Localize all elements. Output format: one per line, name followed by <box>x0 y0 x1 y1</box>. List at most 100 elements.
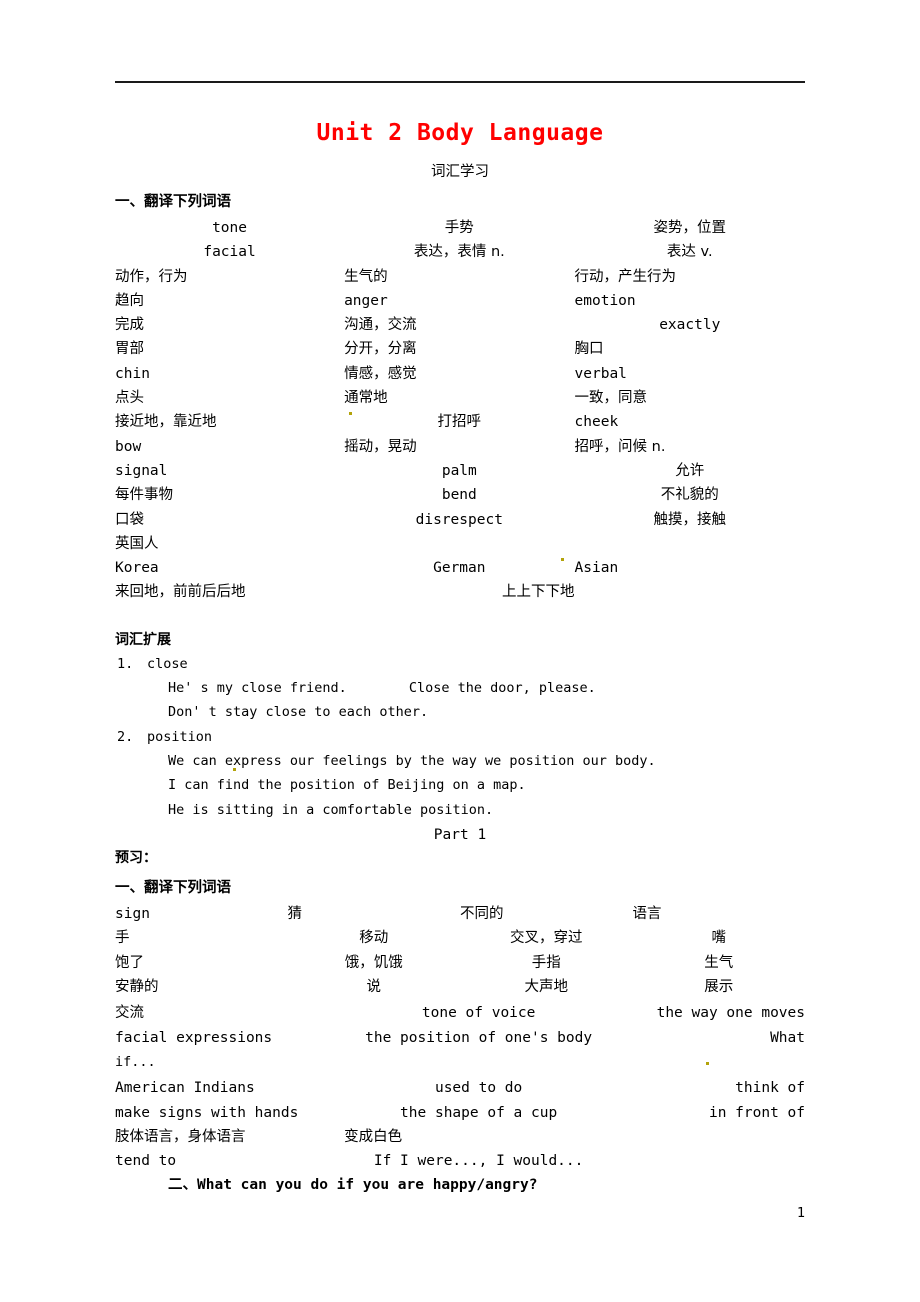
vocabulary-cell: 触摸，接触 <box>653 511 727 528</box>
vocabulary-cell: the position of one's body <box>365 1029 593 1046</box>
expansion-index: 2. <box>117 728 134 745</box>
vocabulary-cell: 大声地 <box>524 979 569 996</box>
vocabulary-cell: 胸口 <box>574 341 604 358</box>
table-row: tone 手势 姿势，位置 <box>115 216 805 240</box>
expansion-example-line: He' s my close friend. Close the door, pl… <box>115 676 805 700</box>
vocabulary-cell <box>613 1149 805 1173</box>
expansion-heading: 词汇扩展 <box>115 631 171 648</box>
table-row: Korea German Asian <box>115 556 805 580</box>
expansion-entry: 2. position <box>115 725 805 749</box>
vocabulary-cell: 变成白色 <box>344 1128 403 1145</box>
vocabulary-cell: 打招呼 <box>437 414 482 431</box>
vocabulary-cell: 沟通，交流 <box>344 317 417 334</box>
vocabulary-cell: 肢体语言，身体语言 <box>115 1128 246 1145</box>
table-row: 趋向 anger emotion <box>115 289 805 313</box>
vocabulary-cell: 一致，同意 <box>574 390 648 407</box>
vocabulary-cell: 招呼，问候 n. <box>574 438 666 455</box>
vocabulary-cell: 不同的 <box>460 906 504 923</box>
vocabulary-table-main: tone 手势 姿势，位置 facial 表达，表情 n. 表达 v. 动作，行为 生气的 行动… <box>115 216 805 605</box>
example-sentence-left: He is sitting in a comfortable position. <box>168 801 494 818</box>
vocabulary-cell: 不礼貌的 <box>660 487 719 504</box>
vocabulary-cell: 情感，感觉 <box>344 365 417 382</box>
vocabulary-cell: facial <box>203 244 256 261</box>
expansion-word: position <box>147 728 213 745</box>
preview-label: 预习： <box>115 850 157 867</box>
vocabulary-cell: cheek <box>574 414 619 431</box>
vocabulary-cell: 点头 <box>115 390 144 407</box>
vocabulary-cell <box>613 1125 805 1149</box>
vocabulary-cell: bend <box>441 487 477 504</box>
part-one-title: Part 1 <box>433 826 487 843</box>
vocabulary-cell: think of <box>735 1080 805 1097</box>
table-row: 英国人 <box>115 532 805 556</box>
vocabulary-cell: 通常地 <box>344 390 388 407</box>
table-row: American Indians used to do think of <box>115 1076 805 1100</box>
vocabulary-cell <box>575 580 805 604</box>
table-row: 胃部 分开，分离 胸口 <box>115 337 805 361</box>
example-sentence-left: He' s my close friend. <box>168 680 347 697</box>
vocabulary-cell: tone of voice <box>421 1005 536 1022</box>
vocabulary-cell: signal <box>115 462 168 479</box>
table-row: bow 摇动，晃动 招呼，问候 n. <box>115 435 805 459</box>
document-page: Unit 2 Body Language 词汇学习 一、翻译下列词语 tone 手… <box>0 0 920 1302</box>
scan-artifact <box>233 768 236 771</box>
document-subtitle: 词汇学习 <box>431 164 489 180</box>
vocabulary-cell: 饿，饥饿 <box>344 954 403 971</box>
table-row: sign 猜 不同的 语言 <box>115 902 805 926</box>
vocabulary-cell: 生气的 <box>344 268 388 285</box>
vocabulary-cell <box>575 532 805 556</box>
vocabulary-table-part1-three-col-a: 交流 tone of voice the way one moves facial e… <box>115 1001 805 1050</box>
page-number: 1 <box>796 1205 805 1221</box>
example-sentence-left: Don' t stay close to each other. <box>168 704 429 721</box>
vocabulary-cell: used to do <box>434 1080 523 1097</box>
vocabulary-cell: palm <box>441 462 477 479</box>
vocabulary-cell: 表达，表情 n. <box>413 244 505 261</box>
vocabulary-cell: Korea <box>115 560 159 577</box>
vocabulary-cell: 手 <box>115 930 130 947</box>
vocabulary-table-part1-four-col: sign 猜 不同的 语言手 移动 交叉，穿过 嘴饱了 饿，饥饿 手指 生气 安静的 说 大声地 展示 <box>115 902 805 999</box>
vocabulary-cell: 手指 <box>531 954 561 971</box>
table-row: signal palm 允许 <box>115 459 805 483</box>
table-row: 饱了 饿，饥饿 手指 生气 <box>115 951 805 975</box>
wrap-continuation: if... <box>115 1053 156 1070</box>
vocabulary-cell: the way one moves <box>656 1005 805 1022</box>
table-row: 手 移动 交叉，穿过 嘴 <box>115 926 805 950</box>
example-sentence-left: We can express our feelings by the way w… <box>168 752 656 769</box>
expansion-example-line: Don' t stay close to each other. <box>115 700 805 724</box>
scan-artifact <box>706 1062 709 1065</box>
expansion-example-line: I can find the position of Beijing on a … <box>115 773 805 797</box>
table-row: make signs with hands the shape of a cup i… <box>115 1101 805 1125</box>
vocabulary-cell: 展示 <box>704 979 734 996</box>
header-rule <box>115 81 805 83</box>
vocabulary-cell: bow <box>115 438 142 455</box>
vocabulary-cell: 英国人 <box>115 535 159 552</box>
expansion-entry: 1. close <box>115 652 805 676</box>
vocabulary-table-part1-three-col-b: American Indians used to do think of make s… <box>115 1076 805 1173</box>
vocabulary-cell: 摇动，晃动 <box>344 438 417 455</box>
vocabulary-cell: 完成 <box>115 317 144 334</box>
table-row: 完成 沟通，交流 exactly <box>115 313 805 337</box>
table-row: 口袋 disrespect 触摸，接触 <box>115 508 805 532</box>
vocabulary-cell: sign <box>115 906 150 923</box>
table-row: facial 表达，表情 n. 表达 v. <box>115 240 805 264</box>
expansion-example-line: We can express our feelings by the way w… <box>115 749 805 773</box>
section-one-heading: 一、翻译下列词语 <box>115 194 231 210</box>
vocabulary-cell: tone <box>212 220 247 236</box>
vocabulary-cell: 猜 <box>287 906 303 923</box>
example-sentence-right: Close the door, please. <box>408 680 596 697</box>
question-text: What can you do if you are happy/angry? <box>197 1177 538 1194</box>
example-sentence-left: I can find the position of Beijing on a … <box>168 777 526 794</box>
vocabulary-cell: verbal <box>574 365 627 382</box>
vocabulary-cell: anger <box>344 292 388 309</box>
vocabulary-cell: 生气 <box>704 954 734 971</box>
table-row: 安静的 说 大声地 展示 <box>115 975 805 999</box>
vocabulary-cell: exactly <box>659 317 721 334</box>
scan-artifact <box>561 558 564 561</box>
question-index: 二、 <box>168 1177 197 1194</box>
vocabulary-cell: disrespect <box>415 511 503 528</box>
vocabulary-cell: American Indians <box>115 1080 255 1097</box>
part-one-heading: 一、翻译下列词语 <box>115 880 231 897</box>
vocabulary-cell: 胃部 <box>115 341 144 358</box>
vocabulary-cell: 表达 v. <box>666 244 713 261</box>
vocabulary-cell: 每件事物 <box>115 487 173 504</box>
